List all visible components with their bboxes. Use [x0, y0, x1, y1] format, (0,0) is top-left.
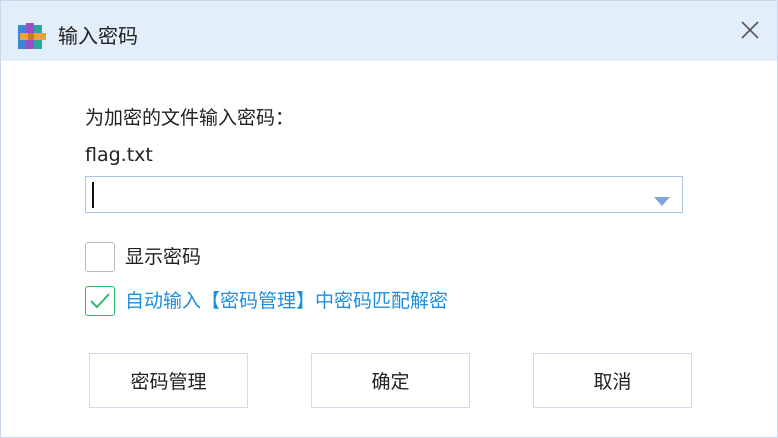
- show-password-checkbox[interactable]: [85, 242, 115, 272]
- show-password-option[interactable]: 显示密码: [85, 242, 201, 272]
- cancel-button[interactable]: 取消: [533, 353, 692, 408]
- auto-fill-option[interactable]: 自动输入【密码管理】中密码匹配解密: [85, 286, 448, 316]
- auto-fill-checkbox[interactable]: [85, 286, 115, 316]
- auto-fill-label: 自动输入【密码管理】中密码匹配解密: [125, 290, 449, 312]
- password-combobox[interactable]: [85, 176, 683, 213]
- close-button[interactable]: [733, 15, 767, 49]
- checkmark-icon: [90, 293, 110, 309]
- close-icon: [740, 20, 760, 44]
- ok-button[interactable]: 确定: [311, 353, 470, 408]
- password-dialog: 输入密码 为加密的文件输入密码： flag.txt 显示密码 自动输入【密码管理…: [0, 0, 778, 438]
- password-manager-button[interactable]: 密码管理: [89, 353, 248, 408]
- archive-filename: flag.txt: [85, 144, 153, 166]
- password-input[interactable]: [91, 180, 641, 209]
- winrar-books-icon: [17, 21, 49, 51]
- password-prompt-label: 为加密的文件输入密码：: [85, 107, 295, 129]
- chevron-down-icon[interactable]: [654, 192, 670, 206]
- window-title: 输入密码: [58, 24, 138, 48]
- text-caret: [92, 182, 94, 208]
- show-password-label: 显示密码: [125, 246, 202, 268]
- title-bar: 输入密码: [1, 1, 777, 61]
